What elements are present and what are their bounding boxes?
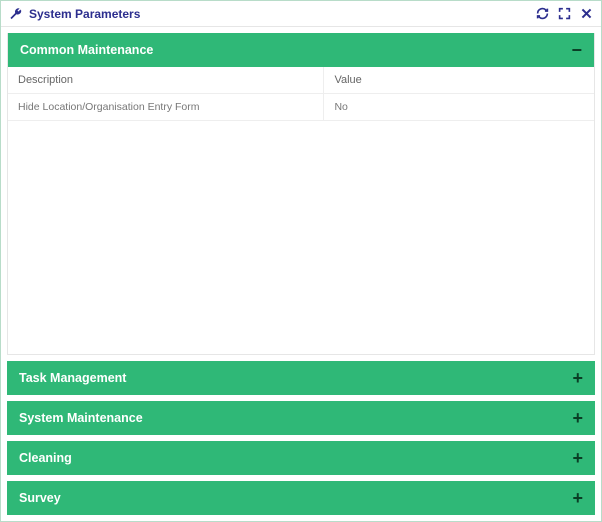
- section-title: System Maintenance: [19, 411, 143, 425]
- collapse-icon: −: [571, 44, 582, 56]
- window-title: System Parameters: [29, 7, 535, 21]
- expand-section-icon: +: [572, 492, 583, 504]
- section-header-cleaning[interactable]: Cleaning +: [7, 441, 595, 475]
- section-title: Survey: [19, 491, 61, 505]
- wrench-icon: [9, 7, 23, 21]
- refresh-icon[interactable]: [535, 7, 549, 21]
- column-header-value: Value: [324, 67, 594, 93]
- window: System Parameters Common Maintenance − D…: [0, 0, 602, 522]
- section-title: Task Management: [19, 371, 126, 385]
- cell-value: No: [324, 94, 594, 120]
- section-header-task-management[interactable]: Task Management +: [7, 361, 595, 395]
- expand-section-icon: +: [572, 452, 583, 464]
- section-header-system-maintenance[interactable]: System Maintenance +: [7, 401, 595, 435]
- expand-section-icon: +: [572, 412, 583, 424]
- section-header-survey[interactable]: Survey +: [7, 481, 595, 515]
- section-title: Common Maintenance: [20, 43, 153, 57]
- expand-icon[interactable]: [557, 7, 571, 21]
- table-row[interactable]: Hide Location/Organisation Entry Form No: [8, 94, 594, 121]
- table-header-row: Description Value: [8, 67, 594, 94]
- section-header-common-maintenance[interactable]: Common Maintenance −: [8, 33, 594, 67]
- section-title: Cleaning: [19, 451, 72, 465]
- cell-description: Hide Location/Organisation Entry Form: [8, 94, 324, 120]
- expand-section-icon: +: [572, 372, 583, 384]
- column-header-description: Description: [8, 67, 324, 93]
- parameters-table: Description Value Hide Location/Organisa…: [8, 67, 594, 354]
- content-area: Common Maintenance − Description Value H…: [1, 27, 601, 521]
- titlebar-actions: [535, 7, 593, 21]
- section-common-maintenance: Common Maintenance − Description Value H…: [7, 33, 595, 355]
- close-icon[interactable]: [579, 7, 593, 21]
- titlebar: System Parameters: [1, 1, 601, 27]
